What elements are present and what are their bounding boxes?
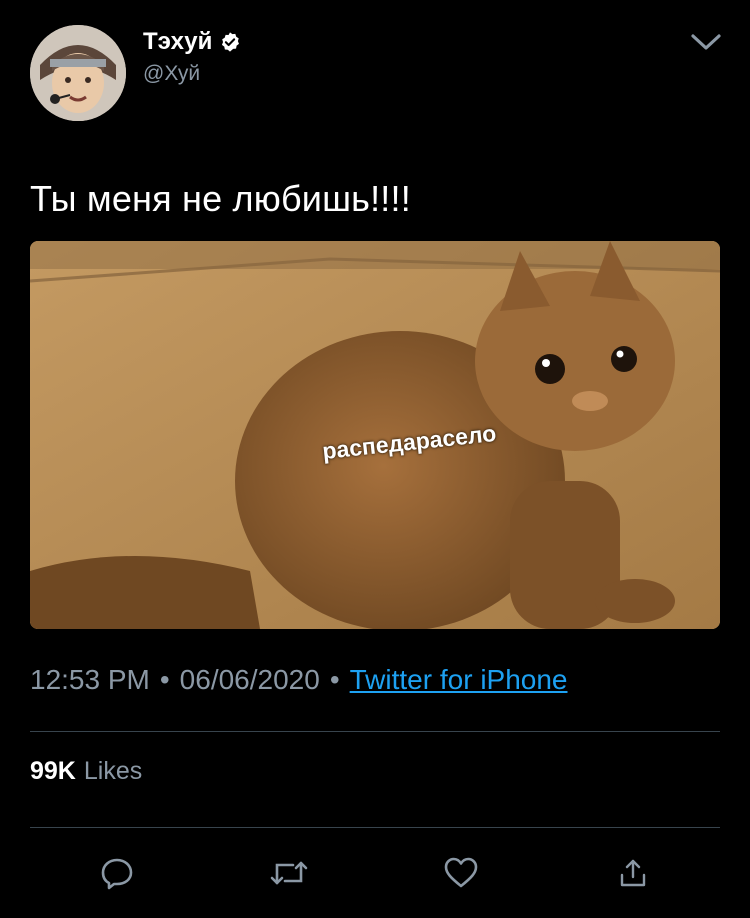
share-button[interactable] (613, 855, 653, 891)
author-name[interactable]: Тэхуй (143, 28, 212, 56)
verified-badge-icon (222, 32, 240, 52)
likes-label: Likes (83, 757, 143, 785)
retweet-button[interactable] (269, 855, 309, 891)
share-icon (620, 859, 646, 887)
tweet-source-link[interactable]: Twitter for iPhone (350, 664, 568, 696)
author-row[interactable]: Тэхуй (143, 28, 241, 56)
author-handle[interactable]: @Хуй (143, 62, 200, 86)
tweet-image[interactable]: распедарасело (30, 241, 720, 629)
likes-stat[interactable]: 99K Likes (30, 757, 142, 786)
likes-count: 99K (30, 757, 76, 785)
divider (30, 731, 720, 732)
tweet-meta: 12:53 PM • 06/06/2020 • Twitter for iPho… (30, 664, 568, 696)
retweet-icon (270, 861, 308, 885)
heart-icon (444, 857, 478, 888)
meta-separator: • (159, 664, 170, 695)
like-button[interactable] (441, 855, 481, 891)
avatar[interactable] (30, 25, 126, 121)
tweet-text: Ты меня не любишь!!!! (30, 178, 411, 219)
tweet-time: 12:53 PM (30, 664, 150, 695)
reply-button[interactable] (97, 855, 137, 891)
chevron-down-icon[interactable] (688, 30, 724, 54)
meta-separator: • (329, 664, 340, 695)
avatar-image (30, 25, 126, 121)
divider (30, 827, 720, 828)
tweet-date: 06/06/2020 (179, 664, 320, 695)
reply-icon (101, 858, 133, 890)
